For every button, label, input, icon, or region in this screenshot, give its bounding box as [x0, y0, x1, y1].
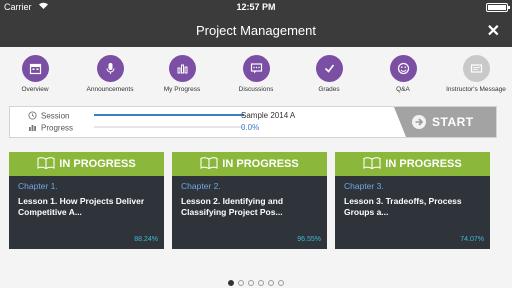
chapter-label: Chapter 2. [181, 181, 221, 191]
header-bar: Project Management ✕ [0, 15, 512, 47]
lesson-title: Lesson 3. Tradeoffs, Process Groups a... [344, 196, 462, 217]
nav-label: Grades [318, 86, 340, 93]
lesson-card[interactable]: IN PROGRESS Chapter 1. Lesson 1. How Pro… [9, 152, 164, 249]
session-row: Session [28, 111, 69, 122]
status-label: IN PROGRESS [222, 158, 299, 170]
progress-label: Progress [41, 123, 74, 133]
clock-icon [28, 111, 37, 122]
start-button[interactable]: START [394, 107, 496, 137]
lesson-title: Lesson 2. Identifying and Classifying Pr… [181, 196, 284, 217]
session-bar-fill [94, 114, 244, 116]
page-dot[interactable] [228, 280, 234, 286]
status-bar: Carrier 12:57 PM [0, 0, 512, 15]
nav-label: My Progress [163, 86, 201, 93]
open-book-icon [200, 156, 218, 172]
nav-item-grades[interactable]: Grades [294, 55, 364, 93]
progress-row: Progress [28, 123, 73, 134]
progress-value: 0.0% [241, 123, 260, 132]
status-band: IN PROGRESS [335, 152, 490, 176]
nav-item-my-progress[interactable]: My Progress [147, 55, 217, 93]
nav-item-overview[interactable]: Overview [0, 55, 70, 93]
session-label: Session [41, 111, 70, 121]
smiley-icon [389, 55, 417, 82]
open-book-icon [363, 156, 381, 172]
close-icon[interactable]: ✕ [487, 21, 500, 41]
arrow-right-icon [412, 115, 426, 129]
page-dot[interactable] [248, 280, 254, 286]
session-progress-panel: Session Sample 2014 A Progress 0.0% STAR… [9, 106, 497, 138]
nav-label: Discussions [238, 86, 274, 93]
status-band: IN PROGRESS [9, 152, 164, 176]
lesson-card[interactable]: IN PROGRESS Chapter 3. Lesson 3. Tradeof… [335, 152, 490, 249]
page-indicator [0, 273, 512, 288]
clock: 12:57 PM [236, 2, 276, 12]
bar-chart-icon [168, 55, 196, 82]
nav-label: Q&A [396, 86, 410, 93]
nav-item-discussions[interactable]: Discussions [221, 55, 291, 93]
bar-chart-small-icon [28, 123, 37, 134]
chapter-label: Chapter 1. [18, 181, 58, 191]
chapter-label: Chapter 3. [344, 181, 384, 191]
completion-percent: 74.07% [460, 236, 484, 243]
nav-label: Announcements [86, 86, 134, 93]
page-dot[interactable] [278, 280, 284, 286]
page-dot[interactable] [268, 280, 274, 286]
page-title: Project Management [196, 23, 316, 38]
start-label: START [432, 115, 474, 129]
microphone-icon [96, 55, 124, 82]
calendar-icon [21, 55, 49, 82]
page-dot[interactable] [238, 280, 244, 286]
chat-bubble-icon [242, 55, 270, 82]
checkmark-icon [315, 55, 343, 82]
session-bar [94, 114, 244, 116]
page-dot[interactable] [258, 280, 264, 286]
nav-item-announcements[interactable]: Announcements [75, 55, 145, 93]
nav-item-instructor-message[interactable]: Instructor's Message [441, 55, 511, 93]
battery-icon [486, 3, 510, 12]
status-band: IN PROGRESS [172, 152, 327, 176]
open-book-icon [37, 156, 55, 172]
completion-percent: 96.55% [297, 236, 321, 243]
lesson-title: Lesson 1. How Projects Deliver Competiti… [18, 196, 145, 217]
lesson-card[interactable]: IN PROGRESS Chapter 2. Lesson 2. Identif… [172, 152, 327, 249]
progress-bar [94, 126, 244, 128]
course-nav: Overview Announcements My Progress Discu… [0, 55, 512, 103]
message-icon [462, 55, 490, 82]
completion-percent: 88.24% [134, 236, 158, 243]
nav-label: Instructor's Message [446, 86, 506, 93]
nav-item-qa[interactable]: Q&A [368, 55, 438, 93]
status-label: IN PROGRESS [385, 158, 462, 170]
status-label: IN PROGRESS [59, 158, 136, 170]
session-value: Sample 2014 A [241, 111, 296, 120]
nav-label: Overview [21, 86, 49, 93]
